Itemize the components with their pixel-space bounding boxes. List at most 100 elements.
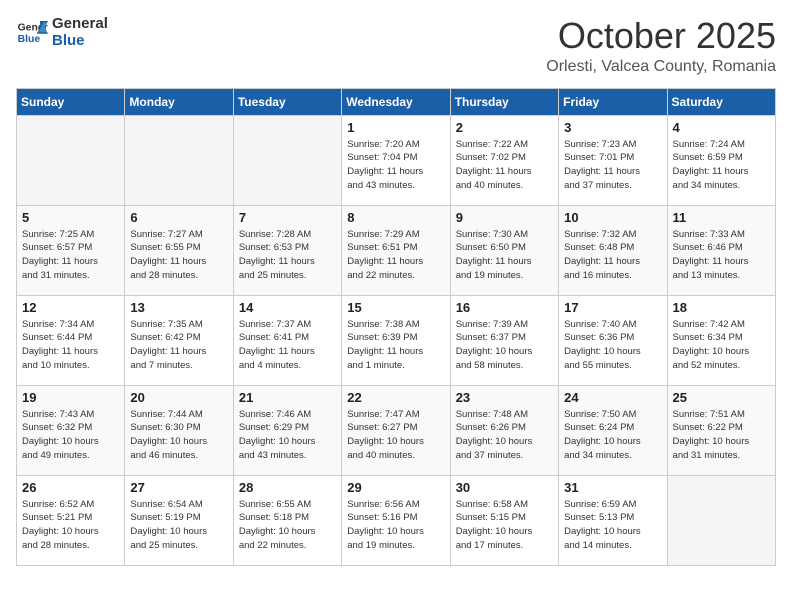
calendar-cell: 3 Sunrise: 7:23 AM Sunset: 7:01 PM Daylig… xyxy=(559,115,667,205)
day-info: Sunrise: 7:23 AM Sunset: 7:01 PM Dayligh… xyxy=(564,138,661,193)
calendar-cell: 30Sunrise: 6:58 AM Sunset: 5:15 PM Dayli… xyxy=(450,475,558,565)
calendar-cell: 4 Sunrise: 7:24 AM Sunset: 6:59 PM Daylig… xyxy=(667,115,775,205)
day-number: 30 xyxy=(456,480,553,495)
calendar-cell: 11 Sunrise: 7:33 AM Sunset: 6:46 PM Dayli… xyxy=(667,205,775,295)
day-number: 3 xyxy=(564,120,661,135)
calendar-cell: 28Sunrise: 6:55 AM Sunset: 5:18 PM Dayli… xyxy=(233,475,341,565)
weekday-header-tuesday: Tuesday xyxy=(233,88,341,115)
day-number: 13 xyxy=(130,300,227,315)
day-number: 21 xyxy=(239,390,336,405)
svg-text:Blue: Blue xyxy=(18,33,41,44)
calendar-cell: 24 Sunrise: 7:50 AM Sunset: 6:24 PM Dayli… xyxy=(559,385,667,475)
calendar-cell: 6 Sunrise: 7:27 AM Sunset: 6:55 PM Daylig… xyxy=(125,205,233,295)
day-info: Sunrise: 7:46 AM Sunset: 6:29 PM Dayligh… xyxy=(239,408,336,463)
day-number: 25 xyxy=(673,390,770,405)
calendar-cell: 1Sunrise: 7:20 AM Sunset: 7:04 PM Daylig… xyxy=(342,115,450,205)
calendar-subtitle: Orlesti, Valcea County, Romania xyxy=(546,58,776,76)
day-info: Sunrise: 7:30 AM Sunset: 6:50 PM Dayligh… xyxy=(456,228,553,283)
day-info: Sunrise: 7:20 AM Sunset: 7:04 PM Dayligh… xyxy=(347,138,444,193)
weekday-header-saturday: Saturday xyxy=(667,88,775,115)
calendar-cell: 31Sunrise: 6:59 AM Sunset: 5:13 PM Dayli… xyxy=(559,475,667,565)
day-number: 9 xyxy=(456,210,553,225)
day-number: 29 xyxy=(347,480,444,495)
logo-icon: General Blue xyxy=(16,19,48,47)
calendar-cell: 26 Sunrise: 6:52 AM Sunset: 5:21 PM Dayli… xyxy=(17,475,125,565)
day-number: 24 xyxy=(564,390,661,405)
calendar-cell: 10 Sunrise: 7:32 AM Sunset: 6:48 PM Dayli… xyxy=(559,205,667,295)
calendar-week-row: 12 Sunrise: 7:34 AM Sunset: 6:44 PM Dayli… xyxy=(17,295,776,385)
day-info: Sunrise: 6:56 AM Sunset: 5:16 PM Dayligh… xyxy=(347,498,444,553)
day-number: 26 xyxy=(22,480,119,495)
calendar-cell: 27 Sunrise: 6:54 AM Sunset: 5:19 PM Dayli… xyxy=(125,475,233,565)
weekday-header-wednesday: Wednesday xyxy=(342,88,450,115)
day-number: 14 xyxy=(239,300,336,315)
calendar-cell: 2Sunrise: 7:22 AM Sunset: 7:02 PM Daylig… xyxy=(450,115,558,205)
day-info: Sunrise: 7:39 AM Sunset: 6:37 PM Dayligh… xyxy=(456,318,553,373)
day-info: Sunrise: 7:43 AM Sunset: 6:32 PM Dayligh… xyxy=(22,408,119,463)
logo-blue-text: Blue xyxy=(52,33,108,50)
day-info: Sunrise: 7:50 AM Sunset: 6:24 PM Dayligh… xyxy=(564,408,661,463)
calendar-cell xyxy=(233,115,341,205)
day-info: Sunrise: 6:59 AM Sunset: 5:13 PM Dayligh… xyxy=(564,498,661,553)
day-number: 16 xyxy=(456,300,553,315)
day-number: 10 xyxy=(564,210,661,225)
day-number: 2 xyxy=(456,120,553,135)
day-number: 27 xyxy=(130,480,227,495)
day-number: 8 xyxy=(347,210,444,225)
day-info: Sunrise: 7:27 AM Sunset: 6:55 PM Dayligh… xyxy=(130,228,227,283)
day-number: 4 xyxy=(673,120,770,135)
calendar-cell: 25Sunrise: 7:51 AM Sunset: 6:22 PM Dayli… xyxy=(667,385,775,475)
calendar-cell: 16 Sunrise: 7:39 AM Sunset: 6:37 PM Dayli… xyxy=(450,295,558,385)
calendar-table: SundayMondayTuesdayWednesdayThursdayFrid… xyxy=(16,88,776,566)
calendar-cell xyxy=(17,115,125,205)
day-info: Sunrise: 7:35 AM Sunset: 6:42 PM Dayligh… xyxy=(130,318,227,373)
day-number: 28 xyxy=(239,480,336,495)
day-info: Sunrise: 7:25 AM Sunset: 6:57 PM Dayligh… xyxy=(22,228,119,283)
day-info: Sunrise: 7:37 AM Sunset: 6:41 PM Dayligh… xyxy=(239,318,336,373)
calendar-week-row: 5 Sunrise: 7:25 AM Sunset: 6:57 PM Daylig… xyxy=(17,205,776,295)
day-number: 17 xyxy=(564,300,661,315)
calendar-cell xyxy=(125,115,233,205)
calendar-cell xyxy=(667,475,775,565)
weekday-header-row: SundayMondayTuesdayWednesdayThursdayFrid… xyxy=(17,88,776,115)
logo-general-text: General xyxy=(52,16,108,33)
calendar-week-row: 19 Sunrise: 7:43 AM Sunset: 6:32 PM Dayli… xyxy=(17,385,776,475)
day-number: 20 xyxy=(130,390,227,405)
calendar-cell: 22Sunrise: 7:47 AM Sunset: 6:27 PM Dayli… xyxy=(342,385,450,475)
day-info: Sunrise: 6:54 AM Sunset: 5:19 PM Dayligh… xyxy=(130,498,227,553)
day-info: Sunrise: 7:48 AM Sunset: 6:26 PM Dayligh… xyxy=(456,408,553,463)
calendar-cell: 21 Sunrise: 7:46 AM Sunset: 6:29 PM Dayli… xyxy=(233,385,341,475)
day-info: Sunrise: 7:28 AM Sunset: 6:53 PM Dayligh… xyxy=(239,228,336,283)
weekday-header-friday: Friday xyxy=(559,88,667,115)
day-info: Sunrise: 6:52 AM Sunset: 5:21 PM Dayligh… xyxy=(22,498,119,553)
calendar-cell: 5 Sunrise: 7:25 AM Sunset: 6:57 PM Daylig… xyxy=(17,205,125,295)
day-number: 12 xyxy=(22,300,119,315)
day-number: 18 xyxy=(673,300,770,315)
calendar-cell: 19 Sunrise: 7:43 AM Sunset: 6:32 PM Dayli… xyxy=(17,385,125,475)
day-number: 11 xyxy=(673,210,770,225)
calendar-cell: 20Sunrise: 7:44 AM Sunset: 6:30 PM Dayli… xyxy=(125,385,233,475)
day-number: 6 xyxy=(130,210,227,225)
calendar-week-row: 26 Sunrise: 6:52 AM Sunset: 5:21 PM Dayli… xyxy=(17,475,776,565)
logo: General Blue General Blue xyxy=(16,16,108,49)
day-number: 15 xyxy=(347,300,444,315)
calendar-cell: 14 Sunrise: 7:37 AM Sunset: 6:41 PM Dayli… xyxy=(233,295,341,385)
calendar-cell: 15Sunrise: 7:38 AM Sunset: 6:39 PM Dayli… xyxy=(342,295,450,385)
calendar-cell: 12 Sunrise: 7:34 AM Sunset: 6:44 PM Dayli… xyxy=(17,295,125,385)
calendar-cell: 13 Sunrise: 7:35 AM Sunset: 6:42 PM Dayli… xyxy=(125,295,233,385)
weekday-header-sunday: Sunday xyxy=(17,88,125,115)
page-header: General Blue General Blue October 2025 O… xyxy=(16,16,776,76)
day-number: 19 xyxy=(22,390,119,405)
day-number: 5 xyxy=(22,210,119,225)
day-number: 7 xyxy=(239,210,336,225)
calendar-cell: 8Sunrise: 7:29 AM Sunset: 6:51 PM Daylig… xyxy=(342,205,450,295)
calendar-cell: 17Sunrise: 7:40 AM Sunset: 6:36 PM Dayli… xyxy=(559,295,667,385)
day-info: Sunrise: 7:24 AM Sunset: 6:59 PM Dayligh… xyxy=(673,138,770,193)
day-info: Sunrise: 7:32 AM Sunset: 6:48 PM Dayligh… xyxy=(564,228,661,283)
weekday-header-thursday: Thursday xyxy=(450,88,558,115)
calendar-cell: 9 Sunrise: 7:30 AM Sunset: 6:50 PM Daylig… xyxy=(450,205,558,295)
day-info: Sunrise: 7:33 AM Sunset: 6:46 PM Dayligh… xyxy=(673,228,770,283)
day-number: 22 xyxy=(347,390,444,405)
calendar-cell: 29 Sunrise: 6:56 AM Sunset: 5:16 PM Dayli… xyxy=(342,475,450,565)
day-info: Sunrise: 7:34 AM Sunset: 6:44 PM Dayligh… xyxy=(22,318,119,373)
